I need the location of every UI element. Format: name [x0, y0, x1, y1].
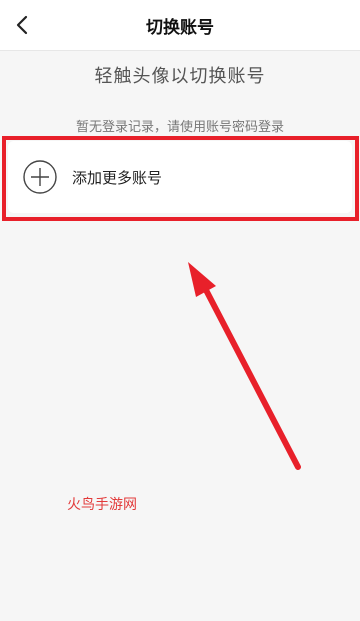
- top-navigation-bar: 切换账号: [0, 0, 360, 51]
- annotation-arrow: [188, 262, 301, 470]
- watermark-text: 火鸟手游网: [67, 497, 137, 513]
- add-more-accounts-button[interactable]: 添加更多账号: [8, 141, 352, 213]
- empty-login-notice: 暂无登录记录，请使用账号密码登录: [75, 120, 284, 135]
- plus-circle-icon: [22, 159, 58, 195]
- add-more-accounts-label: 添加更多账号: [72, 169, 163, 187]
- switch-account-instruction: 轻触头像以切换账号: [94, 66, 266, 87]
- page-title: 切换账号: [146, 18, 214, 38]
